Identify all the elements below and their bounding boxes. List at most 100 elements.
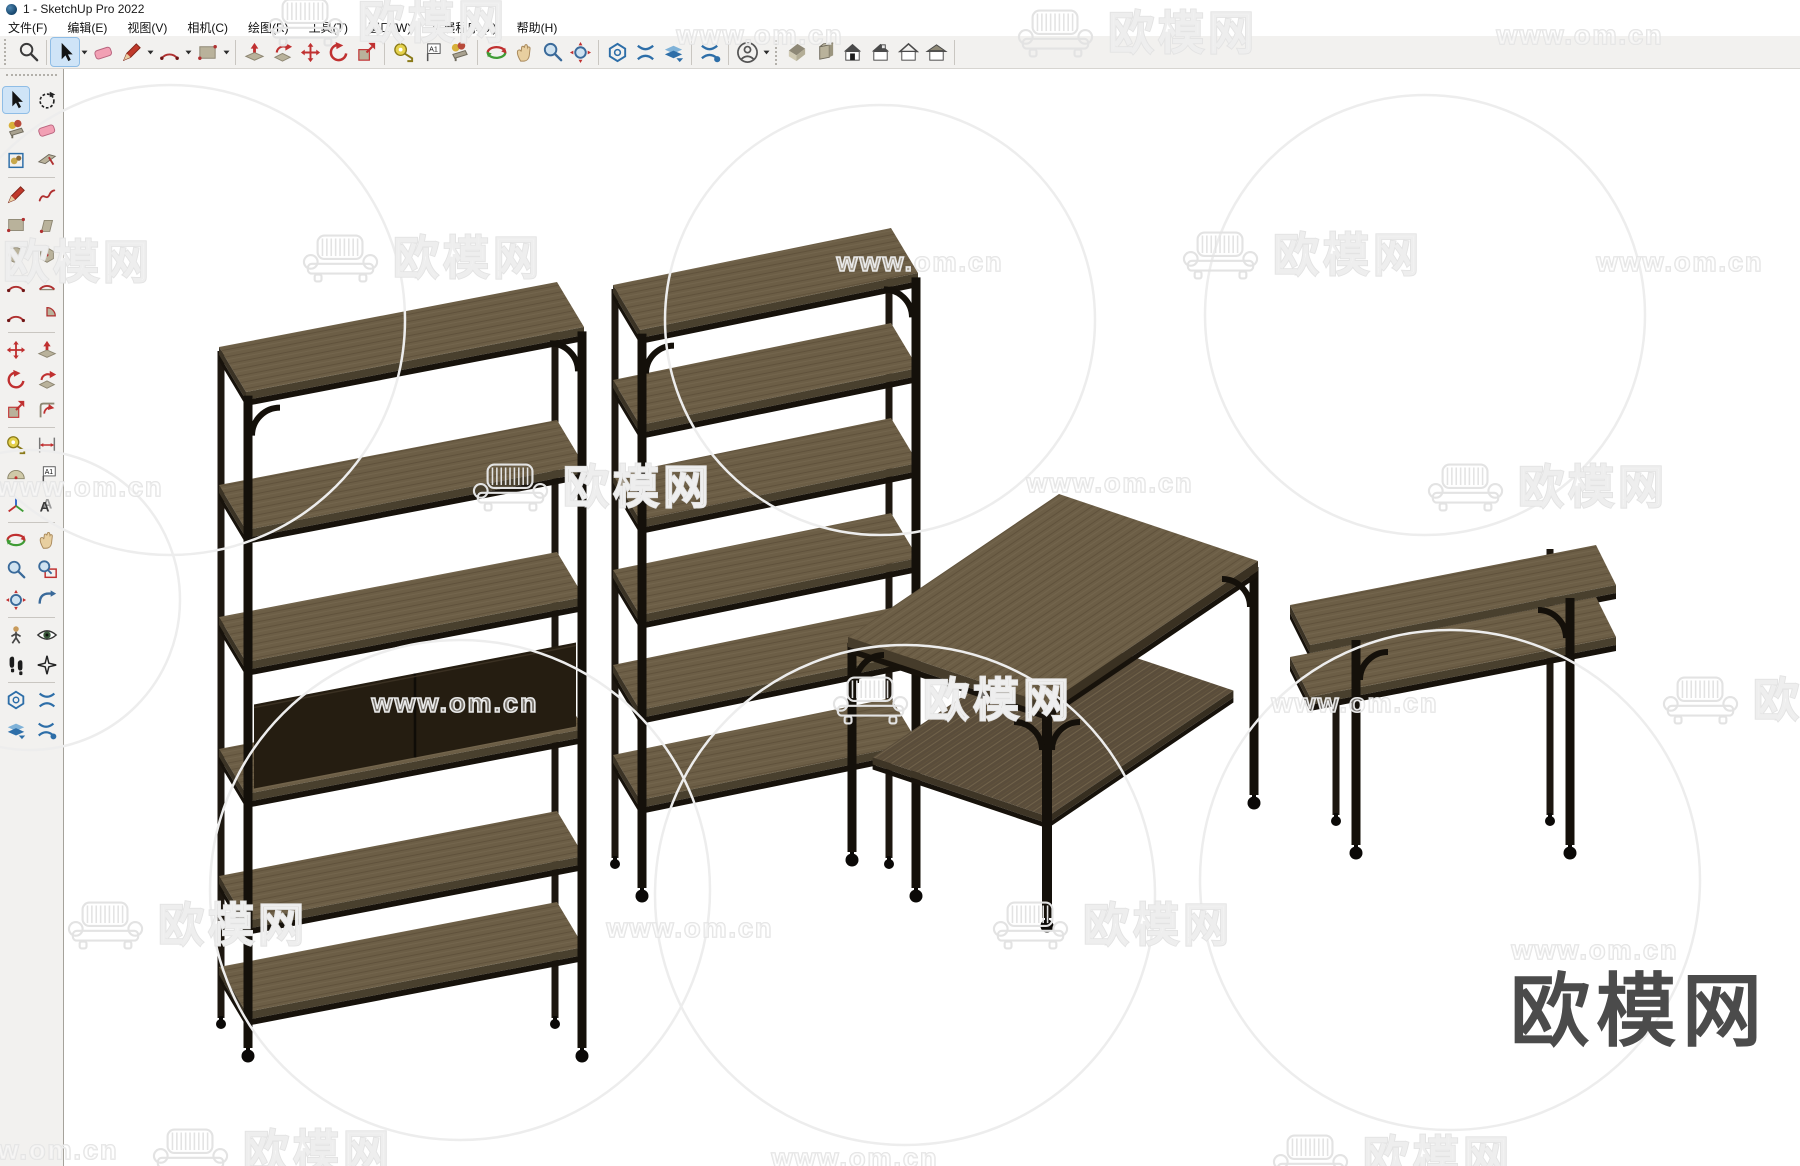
push-pull-button[interactable]	[240, 38, 268, 66]
toolbar-grip[interactable]	[6, 74, 57, 81]
section-cuts-icon	[636, 44, 654, 60]
orbit-icon	[485, 45, 507, 59]
zoom-button[interactable]	[538, 38, 566, 66]
menu-item-edit[interactable]: 编辑(E)	[67, 19, 107, 36]
model-shelf-unit-left[interactable]	[216, 282, 589, 1063]
tape-measure-button[interactable]	[389, 38, 417, 66]
offset-button[interactable]	[34, 397, 60, 423]
menu-item-extensions[interactable]: 扩展程序 (x)	[431, 19, 496, 36]
section-plane-button[interactable]	[3, 687, 29, 713]
move-icon	[6, 340, 26, 360]
tag-button[interactable]	[34, 147, 60, 173]
zoom-button[interactable]	[3, 557, 29, 583]
follow-me-button[interactable]	[34, 367, 60, 393]
rotate-button[interactable]	[3, 367, 29, 393]
axes-button[interactable]	[3, 492, 29, 518]
polygon-button[interactable]	[34, 242, 60, 268]
push-pull-icon	[37, 340, 57, 358]
select-button[interactable]	[50, 37, 80, 67]
axes-icon	[8, 496, 24, 513]
move-button[interactable]	[3, 337, 29, 363]
rectangle-button[interactable]	[3, 212, 29, 238]
section-display-button[interactable]	[696, 38, 724, 66]
menu-item-window[interactable]: 窗口(W)	[368, 19, 411, 36]
eraser-button[interactable]	[34, 117, 60, 143]
pan-icon	[516, 43, 531, 62]
navigation-button[interactable]	[34, 652, 60, 678]
model-shelf-unit-middle[interactable]	[610, 228, 923, 903]
sign-in-button[interactable]	[733, 38, 761, 66]
select-button[interactable]	[2, 86, 30, 114]
shapes-dropdown[interactable]	[221, 38, 231, 66]
tape-measure-button[interactable]	[3, 432, 29, 458]
toolbar-separator	[384, 39, 385, 65]
arcs-button[interactable]	[155, 38, 183, 66]
zoom-extents-button[interactable]	[3, 587, 29, 613]
search-button[interactable]	[14, 38, 42, 66]
toolbar-grip[interactable]	[4, 39, 11, 65]
position-camera-button[interactable]	[3, 622, 29, 648]
pan-button[interactable]	[510, 38, 538, 66]
3d-text-button[interactable]: AA	[34, 492, 60, 518]
arcs-dropdown[interactable]	[183, 38, 193, 66]
text-button[interactable]: A1	[417, 38, 445, 66]
site-logo-text: 欧模网	[1510, 967, 1768, 1056]
look-around-button[interactable]	[34, 622, 60, 648]
orbit-button[interactable]	[3, 527, 29, 553]
menu-item-draw[interactable]: 绘图(R)	[248, 19, 289, 36]
menu-item-tools[interactable]: 工具(T)	[309, 19, 348, 36]
section-plane-button[interactable]	[603, 38, 631, 66]
orbit-button[interactable]	[482, 38, 510, 66]
eraser-button[interactable]	[89, 38, 117, 66]
rotated-rectangle-button[interactable]	[34, 212, 60, 238]
view-front-button[interactable]	[838, 38, 866, 66]
model-tv-bench[interactable]	[1290, 545, 1616, 860]
paint-bucket-button[interactable]	[3, 117, 29, 143]
dimension-button[interactable]	[34, 432, 60, 458]
arc-button[interactable]	[3, 272, 29, 298]
select-dropdown[interactable]	[79, 38, 89, 66]
previous-view-button[interactable]	[34, 587, 60, 613]
walk-button[interactable]	[3, 652, 29, 678]
text-button[interactable]: A1	[34, 462, 60, 488]
view-back-button[interactable]	[866, 38, 894, 66]
chevron-down-icon	[763, 50, 769, 54]
push-pull-button[interactable]	[34, 337, 60, 363]
freehand-button[interactable]	[34, 182, 60, 208]
rotate-button[interactable]	[324, 38, 352, 66]
follow-me-button[interactable]	[268, 38, 296, 66]
shapes-button[interactable]	[193, 38, 221, 66]
view-right-button[interactable]	[922, 38, 950, 66]
line-button[interactable]	[3, 182, 29, 208]
line-dropdown[interactable]	[145, 38, 155, 66]
push-pull-icon	[244, 42, 264, 61]
section-fills-button[interactable]	[659, 38, 687, 66]
section-cuts-button[interactable]	[34, 687, 60, 713]
pie-button[interactable]	[34, 302, 60, 328]
move-button[interactable]	[296, 38, 324, 66]
paint-bucket-button[interactable]	[445, 38, 473, 66]
two-point-arc-button[interactable]	[34, 272, 60, 298]
circle-button[interactable]	[3, 242, 29, 268]
scale-button[interactable]	[3, 397, 29, 423]
menu-item-help[interactable]: 帮助(H)	[517, 19, 558, 36]
zoom-window-button[interactable]	[34, 557, 60, 583]
component-button[interactable]	[3, 147, 29, 173]
protractor-button[interactable]	[3, 462, 29, 488]
view-left-button[interactable]	[894, 38, 922, 66]
menu-item-file[interactable]: 文件(F)	[8, 19, 47, 36]
lasso-select-button[interactable]	[34, 87, 60, 113]
section-display-button[interactable]	[34, 717, 60, 743]
menu-item-view[interactable]: 视图(V)	[127, 19, 167, 36]
menu-item-camera[interactable]: 相机(C)	[187, 19, 228, 36]
section-cuts-button[interactable]	[631, 38, 659, 66]
pan-button[interactable]	[34, 527, 60, 553]
three-point-arc-button[interactable]	[3, 302, 29, 328]
sign-in-dropdown[interactable]	[761, 38, 771, 66]
view-top-button[interactable]	[810, 38, 838, 66]
scale-button[interactable]	[352, 38, 380, 66]
line-button[interactable]	[117, 38, 145, 66]
view-iso-button[interactable]	[782, 38, 810, 66]
section-fills-button[interactable]	[3, 717, 29, 743]
zoom-extents-button[interactable]	[566, 38, 594, 66]
